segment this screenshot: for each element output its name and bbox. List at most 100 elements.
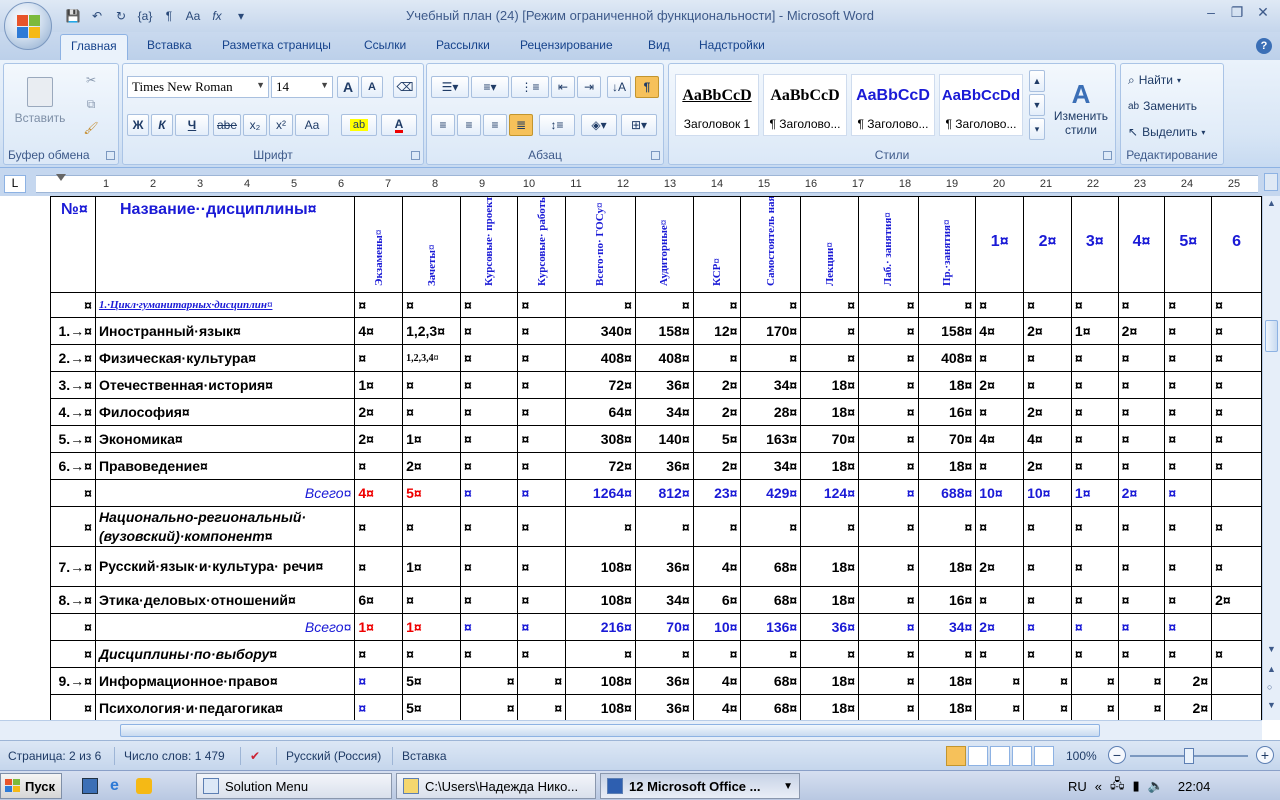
table-cell[interactable]: ¤ [1211, 344, 1262, 372]
table-cell[interactable]: ¤ [354, 292, 404, 318]
discipline-cell[interactable]: Информационное·право¤ [94, 667, 356, 695]
volume-icon[interactable]: 🔈 [1148, 778, 1164, 794]
table-cell[interactable]: ¤ [858, 694, 919, 720]
table-cell[interactable]: 136¤ [740, 613, 802, 641]
line-spacing-icon[interactable]: ↕≡ [539, 114, 575, 136]
table-cell[interactable]: 158¤ [634, 317, 694, 345]
tab-insert[interactable]: Вставка [147, 38, 192, 52]
table-cell[interactable]: 1¤ [402, 546, 461, 587]
table-cell[interactable]: ¤ [692, 344, 742, 372]
table-cell[interactable]: 2¤ [402, 452, 461, 480]
discipline-cell[interactable]: Экономика¤ [94, 425, 356, 453]
table-cell[interactable]: ¤ [402, 292, 461, 318]
table-cell[interactable]: 9.→¤ [50, 667, 96, 695]
table-cell[interactable]: ¤ [1023, 546, 1072, 587]
table-cell[interactable]: 18¤ [800, 546, 859, 587]
table-cell[interactable]: 1¤ [354, 613, 404, 641]
table-cell[interactable]: ¤ [354, 452, 404, 480]
table-cell[interactable]: ¤ [1211, 640, 1262, 668]
table-cell[interactable]: ¤ [517, 546, 567, 587]
table-cell[interactable]: ¤ [565, 292, 636, 318]
table-cell[interactable]: ¤ [1164, 317, 1213, 345]
table-cell[interactable]: ¤ [459, 317, 519, 345]
task-word[interactable]: 12 Microsoft Office ... ▼ [600, 773, 800, 799]
table-cell[interactable]: ¤ [1070, 425, 1119, 453]
table-cell[interactable]: ¤ [1117, 694, 1166, 720]
table-cell[interactable]: 3.→¤ [50, 371, 96, 399]
table-cell[interactable]: 688¤ [917, 479, 977, 507]
table-cell[interactable]: ¤ [858, 425, 919, 453]
table-cell[interactable]: 2¤ [975, 613, 1025, 641]
table-cell[interactable]: ¤ [1117, 613, 1166, 641]
table-cell[interactable]: 2¤ [975, 371, 1025, 399]
table-cell[interactable]: 2¤ [692, 452, 742, 480]
zoom-out-icon[interactable]: − [1108, 746, 1126, 764]
table-cell[interactable]: 6.→¤ [50, 452, 96, 480]
table-cell[interactable]: 2¤ [1211, 586, 1262, 614]
table-cell[interactable]: 34¤ [740, 452, 802, 480]
table-cell[interactable]: ¤ [517, 667, 567, 695]
table-cell[interactable]: 18¤ [917, 371, 977, 399]
table-cell[interactable]: 2¤ [354, 398, 404, 426]
table-cell[interactable]: ¤ [1164, 506, 1213, 547]
discipline-cell[interactable]: Иностранный·язык¤ [94, 317, 356, 345]
table-cell[interactable]: ¤ [50, 479, 96, 507]
table-cell[interactable]: 4.→¤ [50, 398, 96, 426]
print-layout-icon[interactable] [946, 746, 966, 766]
table-cell[interactable]: ¤ [517, 398, 567, 426]
table-cell[interactable]: 2¤ [975, 546, 1025, 587]
table-cell[interactable]: 1.→¤ [50, 317, 96, 345]
multilevel-list-icon[interactable]: ⋮≡ [511, 76, 549, 98]
ie-icon[interactable]: e [110, 777, 128, 795]
table-cell[interactable]: 2.→¤ [50, 344, 96, 372]
discipline-cell[interactable]: Всего¤ [94, 613, 356, 641]
table-cell[interactable]: 64¤ [565, 398, 636, 426]
task-explorer[interactable]: C:\Users\Надежда Нико... [396, 773, 596, 799]
horizontal-ruler[interactable]: 1 2 3 4 5 6 7 8 9 10 11 12 13 14 15 16 17 18 19 20 21 22 23 24 2… [36, 174, 1258, 193]
table-cell[interactable]: 4¤ [692, 694, 742, 720]
table-cell[interactable]: ¤ [1070, 586, 1119, 614]
table-cell[interactable]: ¤ [517, 452, 567, 480]
tab-view[interactable]: Вид [648, 38, 670, 52]
table-cell[interactable]: ¤ [1164, 613, 1213, 641]
styles-more-icon[interactable]: ▾ [1029, 118, 1045, 140]
table-cell[interactable]: ¤ [517, 371, 567, 399]
table-cell[interactable]: ¤ [1070, 613, 1119, 641]
table-cell[interactable]: ¤ [1117, 344, 1166, 372]
table-cell[interactable]: ¤ [517, 506, 567, 547]
table-cell[interactable]: 4¤ [692, 667, 742, 695]
outline-icon[interactable] [1012, 746, 1032, 766]
table-cell[interactable]: ¤ [858, 292, 919, 318]
table-cell[interactable]: 108¤ [565, 546, 636, 587]
table-cell[interactable]: ¤ [1117, 667, 1166, 695]
table-cell[interactable]: 1,2,3,4¤ [402, 344, 461, 372]
table-cell[interactable]: ¤ [917, 506, 977, 547]
table-cell[interactable]: 18¤ [917, 546, 977, 587]
table-cell[interactable]: ¤ [800, 317, 859, 345]
table-cell[interactable]: 18¤ [800, 586, 859, 614]
clear-format-icon[interactable]: ⌫ [393, 76, 417, 98]
table-cell[interactable]: ¤ [402, 371, 461, 399]
align-center-icon[interactable]: ≡ [457, 114, 481, 136]
next-page-icon[interactable]: ▼ [1267, 700, 1276, 710]
table-cell[interactable]: 34¤ [740, 371, 802, 399]
table-cell[interactable]: ¤ [740, 344, 802, 372]
zoom-slider-thumb[interactable] [1184, 748, 1194, 764]
table-cell[interactable]: ¤ [1211, 292, 1262, 318]
table-cell[interactable]: ¤ [1023, 506, 1072, 547]
table-cell[interactable]: 68¤ [740, 667, 802, 695]
table-cell[interactable]: 18¤ [800, 667, 859, 695]
table-cell[interactable]: 8.→¤ [50, 586, 96, 614]
table-cell[interactable]: ¤ [1070, 344, 1119, 372]
table-cell[interactable]: ¤ [459, 586, 519, 614]
table-cell[interactable]: ¤ [517, 344, 567, 372]
table-cell[interactable]: 340¤ [565, 317, 636, 345]
table-cell[interactable]: ¤ [402, 640, 461, 668]
italic-button[interactable]: К [151, 114, 173, 136]
full-screen-reading-icon[interactable] [968, 746, 988, 766]
table-cell[interactable] [1211, 613, 1262, 641]
subscript-button[interactable]: x₂ [243, 114, 267, 136]
discipline-cell[interactable]: Национально-региональный· (вузовский)·ко… [94, 506, 356, 547]
table-cell[interactable]: ¤ [517, 292, 567, 318]
table-cell[interactable]: ¤ [1117, 640, 1166, 668]
